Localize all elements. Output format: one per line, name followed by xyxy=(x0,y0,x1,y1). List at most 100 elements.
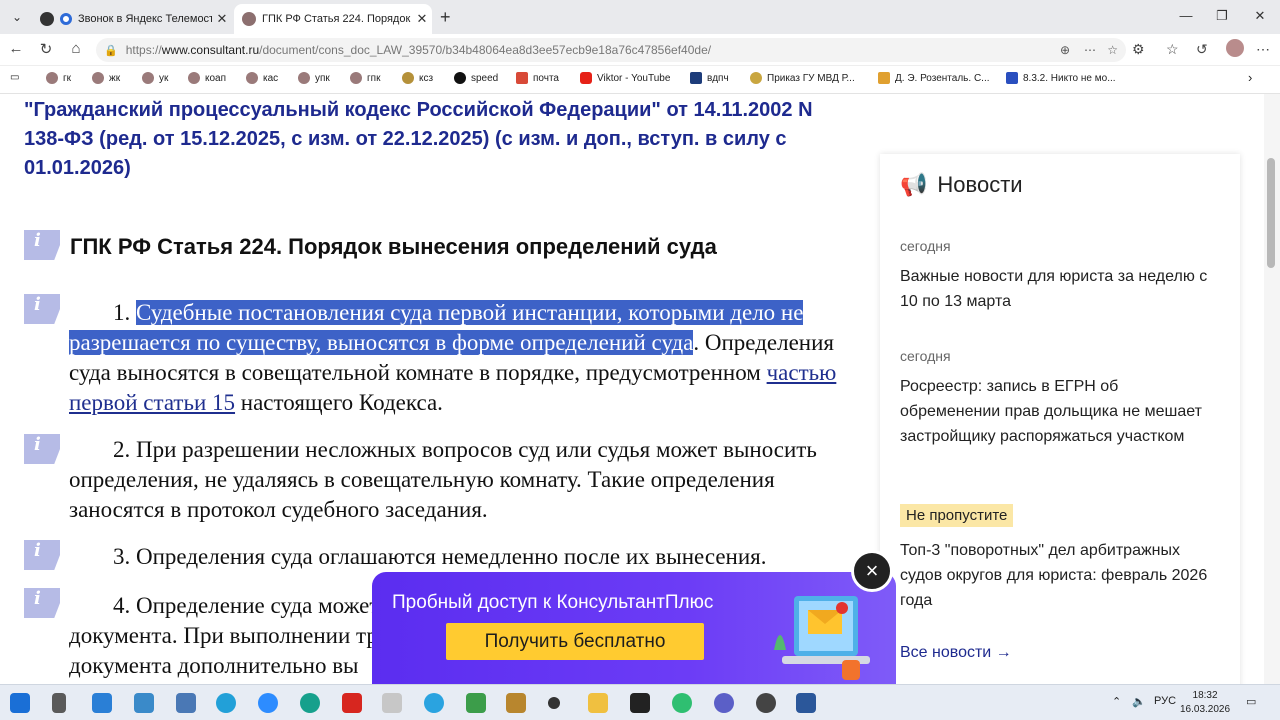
bookmark-label: почта xyxy=(533,72,559,84)
app-icon[interactable] xyxy=(134,693,154,713)
app-icon[interactable] xyxy=(506,693,526,713)
app-icon[interactable] xyxy=(176,693,196,713)
news-date: сегодня xyxy=(900,238,951,254)
promo-banner: Пробный доступ к КонсультантПлюс Получит… xyxy=(372,572,896,684)
bookmarks-overflow-icon[interactable]: › xyxy=(1248,70,1252,85)
outlook-icon[interactable] xyxy=(92,693,112,713)
new-tab-icon[interactable]: + xyxy=(440,7,451,28)
info-icon[interactable]: i xyxy=(24,434,60,464)
edge-icon[interactable] xyxy=(300,693,320,713)
paragraph-text: 2. При разрешении несложных вопросов суд… xyxy=(69,437,817,522)
bookmark-icon xyxy=(142,72,154,84)
refresh-icon[interactable]: ↻ xyxy=(36,40,56,58)
close-window-icon[interactable]: ✕ xyxy=(1250,8,1270,24)
clock-date: 16.03.2026 xyxy=(1180,704,1231,715)
telegram-icon[interactable] xyxy=(424,693,444,713)
article-heading: ГПК РФ Статья 224. Порядок вынесения опр… xyxy=(70,234,717,259)
news-panel: 📢 Новости сегодня Важные новости для юри… xyxy=(880,154,1240,684)
url-path: /document/cons_doc_LAW_39570/b34b48064ea… xyxy=(259,43,712,57)
acrobat-icon[interactable] xyxy=(342,693,362,713)
info-icon[interactable]: i xyxy=(24,588,60,618)
paragraph-3: 3. Определения суда оглашаются немедленн… xyxy=(69,542,849,572)
app-icon[interactable] xyxy=(756,693,776,713)
bookmark-label: ксз xyxy=(419,72,434,84)
lock-icon[interactable]: 🔒 xyxy=(104,44,118,57)
youtube-icon xyxy=(580,72,592,84)
bookmark-label: speed xyxy=(471,72,499,84)
get-free-button[interactable]: Получить бесплатно xyxy=(446,623,704,660)
bookmark-item[interactable]: ук xyxy=(142,72,168,84)
bookmark-item[interactable]: почта xyxy=(516,72,559,84)
bookmark-item[interactable]: speed xyxy=(454,72,498,84)
tab-telemost[interactable]: Звонок в Яндекс Телемосте ✕ xyxy=(32,4,232,34)
app-icon[interactable] xyxy=(630,693,650,713)
history-icon[interactable]: ↺ xyxy=(1196,41,1208,58)
collections-icon[interactable]: ▭ xyxy=(10,72,19,83)
bookmark-item[interactable]: жк xyxy=(92,72,120,84)
input-language[interactable]: РУС xyxy=(1154,695,1176,707)
close-tab-icon[interactable]: ✕ xyxy=(212,11,232,27)
bookmark-item[interactable]: ксз xyxy=(402,72,433,84)
tab-consultant[interactable]: ГПК РФ Статья 224. Порядок вынесения опр… xyxy=(234,4,432,34)
scrollbar-thumb[interactable] xyxy=(1267,158,1275,268)
info-icon[interactable]: i xyxy=(24,540,60,570)
tab-actions-menu-icon[interactable]: ⌄ xyxy=(6,8,28,26)
all-news-link[interactable]: Все новости → xyxy=(900,644,1012,662)
un-icon xyxy=(690,72,702,84)
news-item-link[interactable]: Топ-3 "поворотных" дел арбитражных судов… xyxy=(900,538,1220,613)
bookmark-icon xyxy=(298,72,310,84)
s-icon xyxy=(1006,72,1018,84)
bookmark-item[interactable]: Приказ ГУ МВД Р... xyxy=(750,72,855,84)
word-icon[interactable] xyxy=(796,693,816,713)
info-icon[interactable]: i xyxy=(24,230,60,260)
app-icon[interactable] xyxy=(466,693,486,713)
home-icon[interactable]: ⌂ xyxy=(66,40,86,57)
app-icon[interactable] xyxy=(548,697,560,709)
start-icon[interactable] xyxy=(10,693,30,713)
more-icon[interactable]: ⋯ xyxy=(1084,43,1096,57)
bookmark-label: Viktor - YouTube xyxy=(597,72,671,84)
volume-icon[interactable]: 🔈 xyxy=(1132,695,1146,708)
url-field[interactable]: 🔒 https:// www.consultant.ru /document/c… xyxy=(96,38,1126,62)
bookmark-item[interactable]: Д. Э. Розенталь. С... xyxy=(878,72,990,84)
tab-title: ГПК РФ Статья 224. Порядок вынесения опр… xyxy=(262,13,412,25)
bookmark-item[interactable]: коап xyxy=(188,72,226,84)
bookmark-label: Приказ ГУ МВД Р... xyxy=(767,72,855,84)
zoom-icon[interactable]: ⊕ xyxy=(1060,43,1070,57)
profile-avatar-icon[interactable] xyxy=(1226,39,1244,57)
news-item-link[interactable]: Важные новости для юриста за неделю с 10… xyxy=(900,264,1220,314)
app-icon[interactable] xyxy=(216,693,236,713)
task-view-icon[interactable] xyxy=(52,693,66,713)
tray-overflow-icon[interactable]: ⌃ xyxy=(1112,695,1121,708)
app-icon[interactable] xyxy=(714,693,734,713)
telemost-icon xyxy=(40,12,54,26)
close-banner-button[interactable]: × xyxy=(851,550,893,592)
clock[interactable]: 18:32 16.03.2026 xyxy=(1180,689,1230,717)
zoom-icon[interactable] xyxy=(258,693,278,713)
bookmark-item[interactable]: Viktor - YouTube xyxy=(580,72,670,84)
back-icon[interactable]: ← xyxy=(6,40,26,57)
notifications-icon[interactable]: ▭ xyxy=(1246,695,1256,708)
close-tab-icon[interactable]: ✕ xyxy=(412,11,432,27)
settings-menu-icon[interactable]: ⋯ xyxy=(1256,41,1270,58)
bookmark-label: упк xyxy=(315,72,330,84)
bookmark-item[interactable]: вдпч xyxy=(690,72,729,84)
bookmark-item[interactable]: кас xyxy=(246,72,278,84)
bookmark-icon xyxy=(246,72,258,84)
news-item-link[interactable]: Росреестр: запись в ЕГРН об обременении … xyxy=(900,374,1220,449)
app-icon[interactable] xyxy=(382,693,402,713)
title-bar: ⌄ Звонок в Яндекс Телемосте ✕ ГПК РФ Ста… xyxy=(0,0,1280,34)
bookmark-item[interactable]: упк xyxy=(298,72,330,84)
extensions-icon[interactable]: ⚙ xyxy=(1132,41,1145,58)
app-icon[interactable] xyxy=(672,693,692,713)
maximize-icon[interactable]: ❐ xyxy=(1212,8,1232,24)
file-explorer-icon[interactable] xyxy=(588,693,608,713)
bookmark-item[interactable]: 8.3.2. Никто не мо... xyxy=(1006,72,1116,84)
favorites-icon[interactable]: ☆ xyxy=(1166,41,1179,58)
bookmark-item[interactable]: гпк xyxy=(350,72,380,84)
bookmark-item[interactable]: гк xyxy=(46,72,71,84)
bookmark-label: ук xyxy=(159,72,169,84)
favorite-star-icon[interactable]: ☆ xyxy=(1107,43,1118,57)
minimize-icon[interactable]: — xyxy=(1176,8,1196,23)
info-icon[interactable]: i xyxy=(24,294,60,324)
